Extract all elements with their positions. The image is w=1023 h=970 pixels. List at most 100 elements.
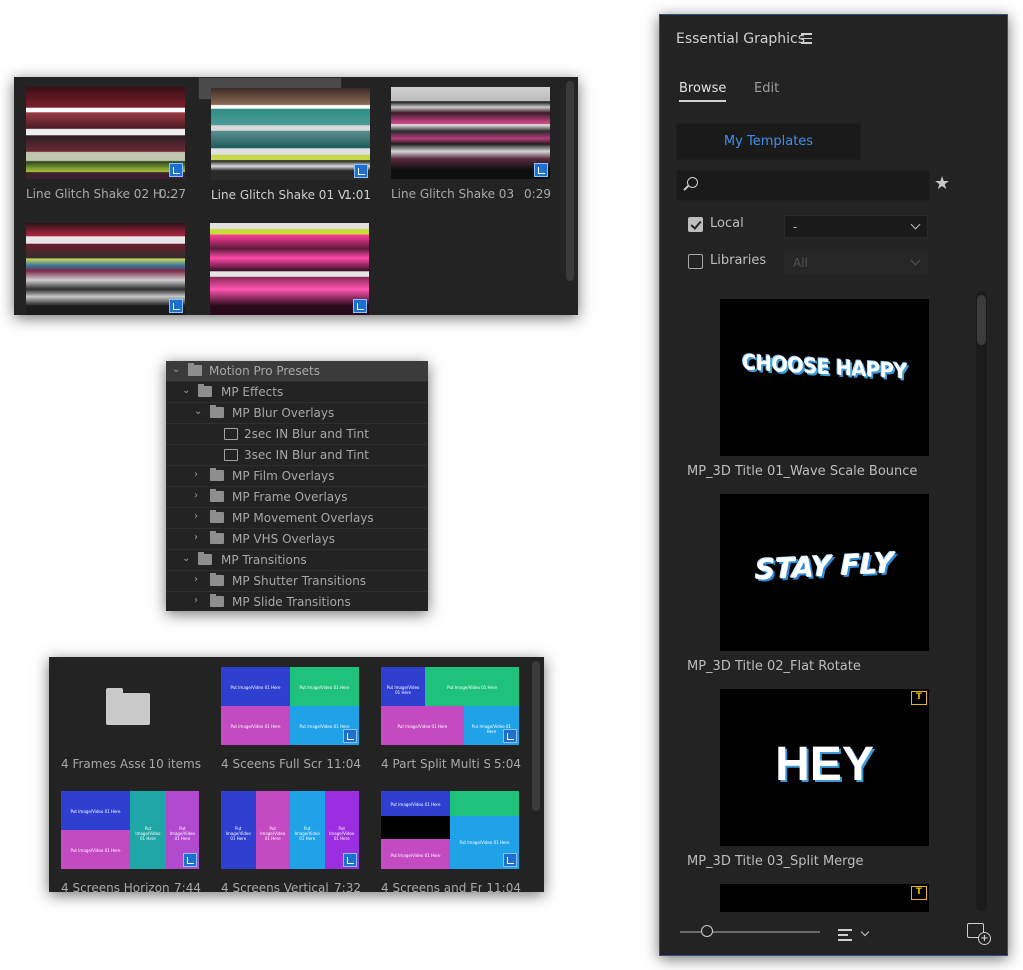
sequence-badge-icon xyxy=(534,163,548,177)
item-duration: 7:44 xyxy=(170,881,201,892)
local-dropdown[interactable]: - xyxy=(784,215,928,238)
tree-label: MP VHS Overlays xyxy=(232,532,335,546)
frames-item-5[interactable]: Put Image/Video 01 Here Put Image/Video … xyxy=(209,781,369,892)
tree-row-mp-vhs-overlays[interactable]: › MP VHS Overlays xyxy=(166,529,428,550)
chevron-down-icon[interactable]: ⌄ xyxy=(194,407,204,417)
frames-item-6[interactable]: Put Image/Video 01 Here Put Image/Video … xyxy=(369,781,529,892)
folder-icon xyxy=(106,688,150,725)
panel-menu-icon[interactable] xyxy=(801,33,812,44)
tree-row-mp-shutter-transitions[interactable]: › MP Shutter Transitions xyxy=(166,571,428,592)
local-checkbox[interactable] xyxy=(688,217,703,232)
thumbnail xyxy=(211,88,370,180)
chevron-down-icon[interactable]: ⌄ xyxy=(172,365,182,375)
tree-label: MP Shutter Transitions xyxy=(232,574,367,588)
frames-item-2[interactable]: Put Image/Video 01 Here Put Image/Video … xyxy=(209,657,369,775)
glitch-item-4[interactable] xyxy=(14,213,195,315)
sequence-badge-icon xyxy=(169,163,183,177)
tree-label: MP Effects xyxy=(221,385,284,399)
sequence-badge-icon xyxy=(503,853,517,867)
folder-icon xyxy=(198,384,212,397)
local-label: Local xyxy=(710,216,744,231)
search-input[interactable] xyxy=(676,170,930,201)
scrollbar[interactable] xyxy=(566,81,574,281)
template-thumbnail[interactable]: STAY FLY xyxy=(720,494,929,651)
item-name: Line Glitch Shake 01 V... xyxy=(211,188,356,202)
sequence-badge-icon xyxy=(353,299,367,313)
essential-graphics-panel: Essential Graphics Browse Edit My Templa… xyxy=(659,14,1008,956)
thumbnail xyxy=(26,87,185,179)
tab-edit[interactable]: Edit xyxy=(754,81,779,96)
slider-handle[interactable] xyxy=(701,925,713,937)
chevron-right-icon[interactable]: › xyxy=(194,596,204,606)
template-thumbnail[interactable]: T xyxy=(720,884,929,912)
chevron-down-icon xyxy=(910,219,921,230)
thumbnail xyxy=(210,223,369,315)
tree-label: 3sec IN Blur and Tint xyxy=(244,448,369,462)
tree-row-mp-effects[interactable]: ⌄ MP Effects xyxy=(166,382,428,403)
thumbnail: Put Image/Video 01 Here Put Image/Video … xyxy=(221,667,359,745)
tab-browse[interactable]: Browse xyxy=(679,81,727,102)
tree-label: MP Slide Transitions xyxy=(232,595,351,609)
glitch-item-5[interactable] xyxy=(198,213,379,315)
template-thumbnail[interactable]: T HEY xyxy=(720,689,929,846)
item-duration: 1:01 xyxy=(344,188,371,202)
tree-row-mp-blur-overlays[interactable]: ⌄ MP Blur Overlays xyxy=(166,403,428,424)
chevron-right-icon[interactable]: › xyxy=(194,470,204,480)
folder-icon xyxy=(210,531,224,544)
list-view-icon[interactable] xyxy=(838,929,852,944)
tree-row-preset[interactable]: 3sec IN Blur and Tint xyxy=(166,445,428,466)
folder-item[interactable]: 4 Frames Assets 10 items xyxy=(49,657,209,775)
tree-label: MP Film Overlays xyxy=(232,469,335,483)
chevron-down-icon xyxy=(910,255,921,266)
scrollbar[interactable] xyxy=(976,291,987,911)
glitch-item-3[interactable]: Line Glitch Shake 03 0:29 xyxy=(379,77,560,217)
frames-item-4[interactable]: Put Image/Video 01 Here Put Image/Video … xyxy=(49,781,209,892)
presets-tree: ⌄ Motion Pro Presets ⌄ MP Effects ⌄ MP B… xyxy=(166,361,428,611)
thumbnail xyxy=(391,87,550,179)
chevron-down-icon[interactable]: ⌄ xyxy=(182,386,192,396)
chevron-down-icon[interactable]: ⌄ xyxy=(182,554,192,564)
tree-label: MP Movement Overlays xyxy=(232,511,374,525)
scrollbar[interactable] xyxy=(532,661,540,811)
thumbnail: Put Image/Video 01 Here Put Image/Video … xyxy=(381,791,519,869)
tree-row-preset[interactable]: 2sec IN Blur and Tint xyxy=(166,424,428,445)
thumbnail: Put Image/Video 01 Here Put Image/Video … xyxy=(221,791,359,869)
my-templates-button[interactable]: My Templates xyxy=(676,123,861,160)
folder-icon xyxy=(210,510,224,523)
item-duration: 0:27 xyxy=(159,187,186,201)
tree-row-mp-film-overlays[interactable]: › MP Film Overlays xyxy=(166,466,428,487)
sequence-badge-icon xyxy=(183,853,197,867)
star-icon[interactable]: ★ xyxy=(934,173,950,194)
libraries-dropdown: All xyxy=(784,251,928,274)
chevron-right-icon[interactable]: › xyxy=(194,512,204,522)
tree-row-mp-slide-transitions[interactable]: › MP Slide Transitions xyxy=(166,592,428,611)
template-thumbnail[interactable]: CHOOSE HAPPY xyxy=(720,299,929,456)
new-item-icon[interactable] xyxy=(967,923,991,945)
preset-icon xyxy=(224,449,238,461)
chevron-right-icon[interactable]: › xyxy=(194,491,204,501)
folder-icon xyxy=(188,363,202,376)
glitch-presets-grid: Line Glitch Shake 02 H... 0:27 Line Glit… xyxy=(14,77,578,315)
folder-icon xyxy=(198,552,212,565)
item-name: 4 Sceens Full Scr... xyxy=(221,757,333,771)
chevron-right-icon[interactable]: › xyxy=(194,575,204,585)
chevron-right-icon[interactable]: › xyxy=(194,533,204,543)
tree-row-mp-transitions[interactable]: ⌄ MP Transitions xyxy=(166,550,428,571)
sequence-badge-icon xyxy=(343,853,357,867)
frames-item-3[interactable]: Put Image/Video 01 Here Put Image/Video … xyxy=(369,657,529,775)
search-icon xyxy=(687,177,698,188)
tree-row-mp-frame-overlays[interactable]: › MP Frame Overlays xyxy=(166,487,428,508)
tree-row-mp-movement-overlays[interactable]: › MP Movement Overlays xyxy=(166,508,428,529)
item-duration: 0:29 xyxy=(524,187,551,201)
libraries-checkbox[interactable] xyxy=(688,254,703,269)
glitch-item-2[interactable]: Line Glitch Shake 01 V... 1:01 xyxy=(198,77,371,202)
glitch-item-1[interactable]: Line Glitch Shake 02 H... 0:27 xyxy=(14,77,195,217)
item-count: 10 items xyxy=(144,757,201,771)
tree-label: Motion Pro Presets xyxy=(209,364,321,378)
item-duration: 11:04 xyxy=(322,757,361,771)
tree-row-motion-pro-presets[interactable]: ⌄ Motion Pro Presets xyxy=(166,361,428,382)
item-duration: 5:04 xyxy=(490,757,521,771)
template-preview-text: CHOOSE HAPPY xyxy=(742,350,907,384)
thumbnail: Put Image/Video 01 Here Put Image/Video … xyxy=(61,791,199,869)
folder-icon xyxy=(210,468,224,481)
